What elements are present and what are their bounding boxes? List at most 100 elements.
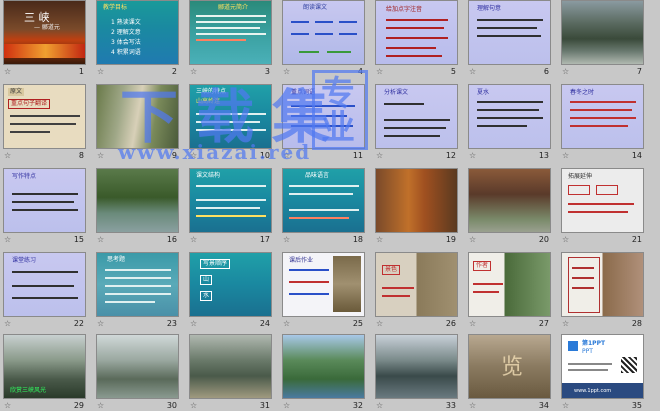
slide-thumbnail-25[interactable]: 课后作业 ☆ 25 <box>282 252 365 329</box>
slide-number: 6 <box>543 67 549 76</box>
star-icon[interactable]: ☆ <box>4 400 11 411</box>
star-icon[interactable]: ☆ <box>190 234 197 245</box>
slide-thumbnail-16[interactable]: ☆ 16 <box>96 168 179 245</box>
slide-20-preview <box>468 168 551 233</box>
slide-thumbnail-32[interactable]: ☆ 32 <box>282 334 365 411</box>
slide-thumbnail-6[interactable]: 理解句意 ☆ 6 <box>468 0 551 77</box>
slide-thumbnail-18[interactable]: 品味语言 ☆ 18 <box>282 168 365 245</box>
slide-29-preview: 欣赏三峡风光 <box>3 334 86 399</box>
star-icon[interactable]: ☆ <box>376 66 383 77</box>
slide-24-preview: 写景顺序 山 水 <box>189 252 272 317</box>
slide-number: 19 <box>445 235 456 244</box>
star-icon[interactable]: ☆ <box>97 234 104 245</box>
slide-number: 17 <box>259 235 270 244</box>
slide-number: 13 <box>538 151 549 160</box>
slide-number: 27 <box>538 319 549 328</box>
slide-number: 31 <box>259 401 270 410</box>
star-icon[interactable]: ☆ <box>469 318 476 329</box>
slide-23-preview: 思考题 <box>96 252 179 317</box>
slide-thumbnail-35[interactable]: 第1PPT PPT www.1ppt.com ☆ 35 <box>561 334 644 411</box>
slide-thumbnail-19[interactable]: ☆ 19 <box>375 168 458 245</box>
slide-thumbnail-22[interactable]: 课堂练习 ☆ 22 <box>3 252 86 329</box>
star-icon[interactable]: ☆ <box>4 234 11 245</box>
star-icon[interactable]: ☆ <box>469 400 476 411</box>
slide-21-preview: 拓展延伸 <box>561 168 644 233</box>
slide-thumbnail-21[interactable]: 拓展延伸 ☆ 21 <box>561 168 644 245</box>
star-icon[interactable]: ☆ <box>4 318 11 329</box>
slide-1-preview: 三 峡 — 郦道元 <box>3 0 86 65</box>
slide-thumbnail-20[interactable]: ☆ 20 <box>468 168 551 245</box>
slide-thumbnail-5[interactable]: 给加点字注音 ☆ 5 <box>375 0 458 77</box>
star-icon[interactable]: ☆ <box>97 400 104 411</box>
slide-26-preview: 景色 <box>375 252 458 317</box>
star-icon[interactable]: ☆ <box>4 66 11 77</box>
slide-number: 26 <box>445 319 456 328</box>
slide-16-preview <box>96 168 179 233</box>
star-icon[interactable]: ☆ <box>376 234 383 245</box>
slide-thumbnail-2[interactable]: 教学目标 1 熟读课文 2 理解文意 3 体会写法 4 积累词语 ☆ 2 <box>96 0 179 77</box>
slide-17-preview: 课文结构 <box>189 168 272 233</box>
star-icon[interactable]: ☆ <box>97 66 104 77</box>
star-icon[interactable]: ☆ <box>469 150 476 161</box>
star-icon[interactable]: ☆ <box>97 318 104 329</box>
slide-thumbnail-34[interactable]: 览 ☆ 34 <box>468 334 551 411</box>
slide-number: 32 <box>352 401 363 410</box>
slide-number: 30 <box>166 401 177 410</box>
star-icon[interactable]: ☆ <box>562 400 569 411</box>
slide-thumbnail-14[interactable]: 春冬之时 ☆ 14 <box>561 84 644 161</box>
star-icon[interactable]: ☆ <box>97 150 104 161</box>
star-icon[interactable]: ☆ <box>283 400 290 411</box>
slide-thumbnail-33[interactable]: ☆ 33 <box>375 334 458 411</box>
star-icon[interactable]: ☆ <box>469 66 476 77</box>
slide-number: 33 <box>445 401 456 410</box>
slide-number: 20 <box>538 235 549 244</box>
star-icon[interactable]: ☆ <box>469 234 476 245</box>
star-icon[interactable]: ☆ <box>190 400 197 411</box>
star-icon[interactable]: ☆ <box>376 318 383 329</box>
slide-thumbnail-7[interactable]: ☆ 7 <box>561 0 644 77</box>
slide-thumbnail-26[interactable]: 景色 ☆ 26 <box>375 252 458 329</box>
slide-number: 11 <box>352 151 363 160</box>
star-icon[interactable]: ☆ <box>562 66 569 77</box>
slide-thumbnail-27[interactable]: 作者 ☆ 27 <box>468 252 551 329</box>
slide-7-preview <box>561 0 644 65</box>
slide-thumbnail-28[interactable]: ☆ 28 <box>561 252 644 329</box>
slide-thumbnail-15[interactable]: 写作特点 ☆ 15 <box>3 168 86 245</box>
watermark-url: www.xiazai.red <box>118 140 312 164</box>
slide-thumbnail-24[interactable]: 写景顺序 山 水 ☆ 24 <box>189 252 272 329</box>
star-icon[interactable]: ☆ <box>4 150 11 161</box>
slide-28-preview <box>561 252 644 317</box>
slide-thumbnail-23[interactable]: 思考题 ☆ 23 <box>96 252 179 329</box>
star-icon[interactable]: ☆ <box>190 318 197 329</box>
star-icon[interactable]: ☆ <box>283 234 290 245</box>
slide-thumbnail-13[interactable]: 夏水 ☆ 13 <box>468 84 551 161</box>
star-icon[interactable]: ☆ <box>562 234 569 245</box>
slide-thumbnail-4[interactable]: 朗读课文 ☆ 4 <box>282 0 365 77</box>
slide-thumbnail-29[interactable]: 欣赏三峡风光 ☆ 29 <box>3 334 86 411</box>
slide-thumbnail-17[interactable]: 课文结构 ☆ 17 <box>189 168 272 245</box>
slide-number: 23 <box>166 319 177 328</box>
slide-thumbnail-8[interactable]: 原文 重点句子翻译 ☆ 8 <box>3 84 86 161</box>
star-icon[interactable]: ☆ <box>376 400 383 411</box>
slide-number: 35 <box>631 401 642 410</box>
star-icon[interactable]: ☆ <box>376 150 383 161</box>
slide-5-preview: 给加点字注音 <box>375 0 458 65</box>
slide-25-preview: 课后作业 <box>282 252 365 317</box>
slide-1-title: 三 峡 <box>24 11 50 24</box>
slide-number: 28 <box>631 319 642 328</box>
slide-number: 12 <box>445 151 456 160</box>
slide-2-preview: 教学目标 1 熟读课文 2 理解文意 3 体会写法 4 积累词语 <box>96 0 179 65</box>
slide-33-preview <box>375 334 458 399</box>
slide-thumbnail-3[interactable]: 郦道元简介 ☆ 3 <box>189 0 272 77</box>
slide-8-preview: 原文 重点句子翻译 <box>3 84 86 149</box>
slide-1-subtitle: — 郦道元 <box>34 24 60 31</box>
star-icon[interactable]: ☆ <box>562 318 569 329</box>
star-icon[interactable]: ☆ <box>562 150 569 161</box>
slide-number: 18 <box>352 235 363 244</box>
slide-4-preview: 朗读课文 <box>282 0 365 65</box>
slide-thumbnail-31[interactable]: ☆ 31 <box>189 334 272 411</box>
slide-thumbnail-12[interactable]: 分析课文 ☆ 12 <box>375 84 458 161</box>
slide-thumbnail-30[interactable]: ☆ 30 <box>96 334 179 411</box>
slide-thumbnail-1[interactable]: 三 峡 — 郦道元 ☆ 1 <box>3 0 86 77</box>
star-icon[interactable]: ☆ <box>283 318 290 329</box>
